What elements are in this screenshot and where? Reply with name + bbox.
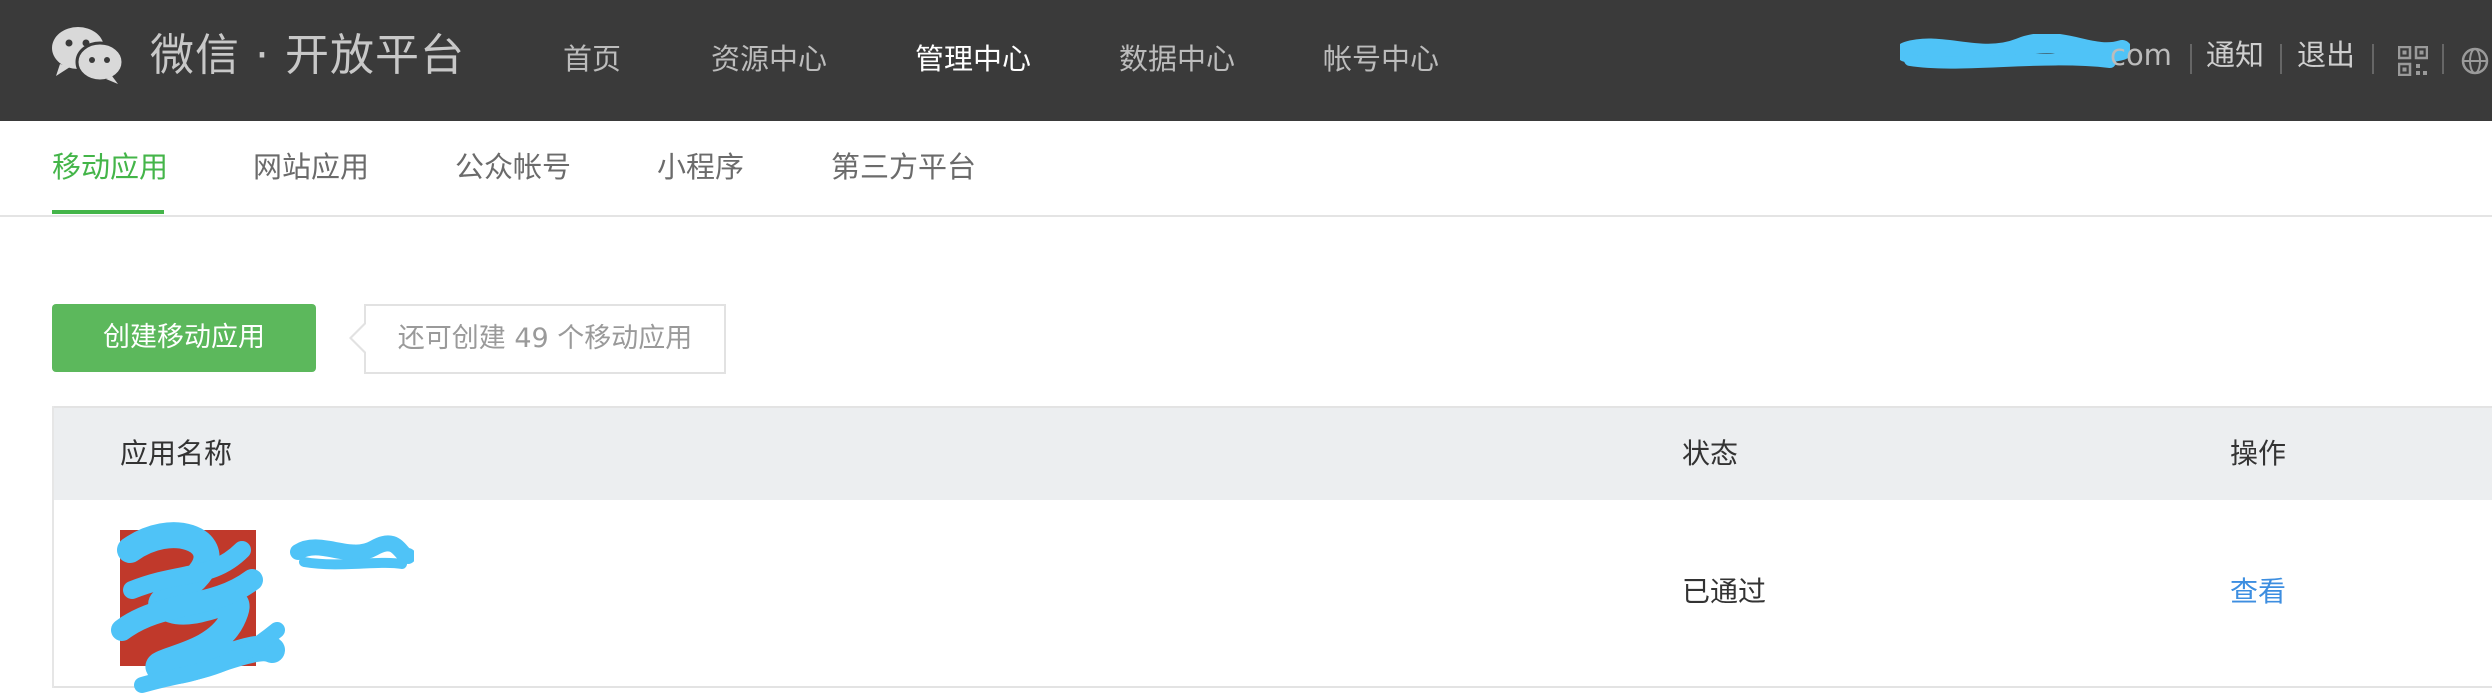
logout-link[interactable]: 退出 bbox=[2297, 30, 2355, 80]
remaining-quota-tip: 还可创建 49 个移动应用 bbox=[364, 304, 726, 374]
column-header-status: 状态 bbox=[1682, 437, 1739, 470]
app-table: 应用名称 状态 操作 已通过 查看 bbox=[52, 406, 2492, 693]
active-tab-indicator bbox=[52, 210, 164, 214]
qr-code-icon[interactable] bbox=[2398, 46, 2428, 76]
sub-tabs: 移动应用 网站应用 公众帐号 小程序 第三方平台 bbox=[0, 121, 2492, 217]
column-header-actions: 操作 bbox=[2230, 437, 2287, 470]
divider bbox=[2190, 44, 2192, 74]
nav-home[interactable]: 首页 bbox=[563, 34, 621, 84]
divider bbox=[2442, 44, 2444, 74]
globe-icon[interactable] bbox=[2460, 46, 2490, 76]
table-header: 应用名称 状态 操作 bbox=[54, 406, 2492, 502]
nav-data-center[interactable]: 数据中心 bbox=[1119, 34, 1235, 84]
nav-resource-center[interactable]: 资源中心 bbox=[711, 34, 827, 84]
tab-website-apps[interactable]: 网站应用 bbox=[253, 145, 369, 189]
tab-third-party-platform[interactable]: 第三方平台 bbox=[831, 145, 976, 189]
tip-arrow-fill bbox=[352, 324, 366, 352]
nav-account-center[interactable]: 帐号中心 bbox=[1323, 34, 1439, 84]
column-header-app-name: 应用名称 bbox=[120, 437, 233, 470]
view-app-link[interactable]: 查看 bbox=[2230, 572, 2286, 612]
redacted-app-icon-scribble bbox=[111, 522, 285, 693]
tab-official-accounts[interactable]: 公众帐号 bbox=[455, 145, 571, 189]
tab-mini-programs[interactable]: 小程序 bbox=[657, 145, 744, 189]
top-header: 微信 · 开放平台 首页 资源中心 管理中心 数据中心 帐号中心 com 通知 … bbox=[0, 0, 2492, 121]
table-row: 已通过 查看 bbox=[54, 500, 2492, 693]
nav-management-center[interactable]: 管理中心 bbox=[915, 34, 1031, 84]
divider bbox=[2372, 44, 2374, 74]
divider bbox=[2280, 44, 2282, 74]
account-email[interactable]: com bbox=[2110, 30, 2172, 80]
redacted-account-scribble bbox=[1900, 34, 2130, 69]
create-mobile-app-button[interactable]: 创建移动应用 bbox=[52, 304, 316, 372]
app-status: 已通过 bbox=[1682, 575, 1767, 608]
redacted-app-name-scribble bbox=[290, 535, 414, 570]
tab-mobile-apps[interactable]: 移动应用 bbox=[52, 145, 168, 189]
notify-link[interactable]: 通知 bbox=[2206, 30, 2264, 80]
